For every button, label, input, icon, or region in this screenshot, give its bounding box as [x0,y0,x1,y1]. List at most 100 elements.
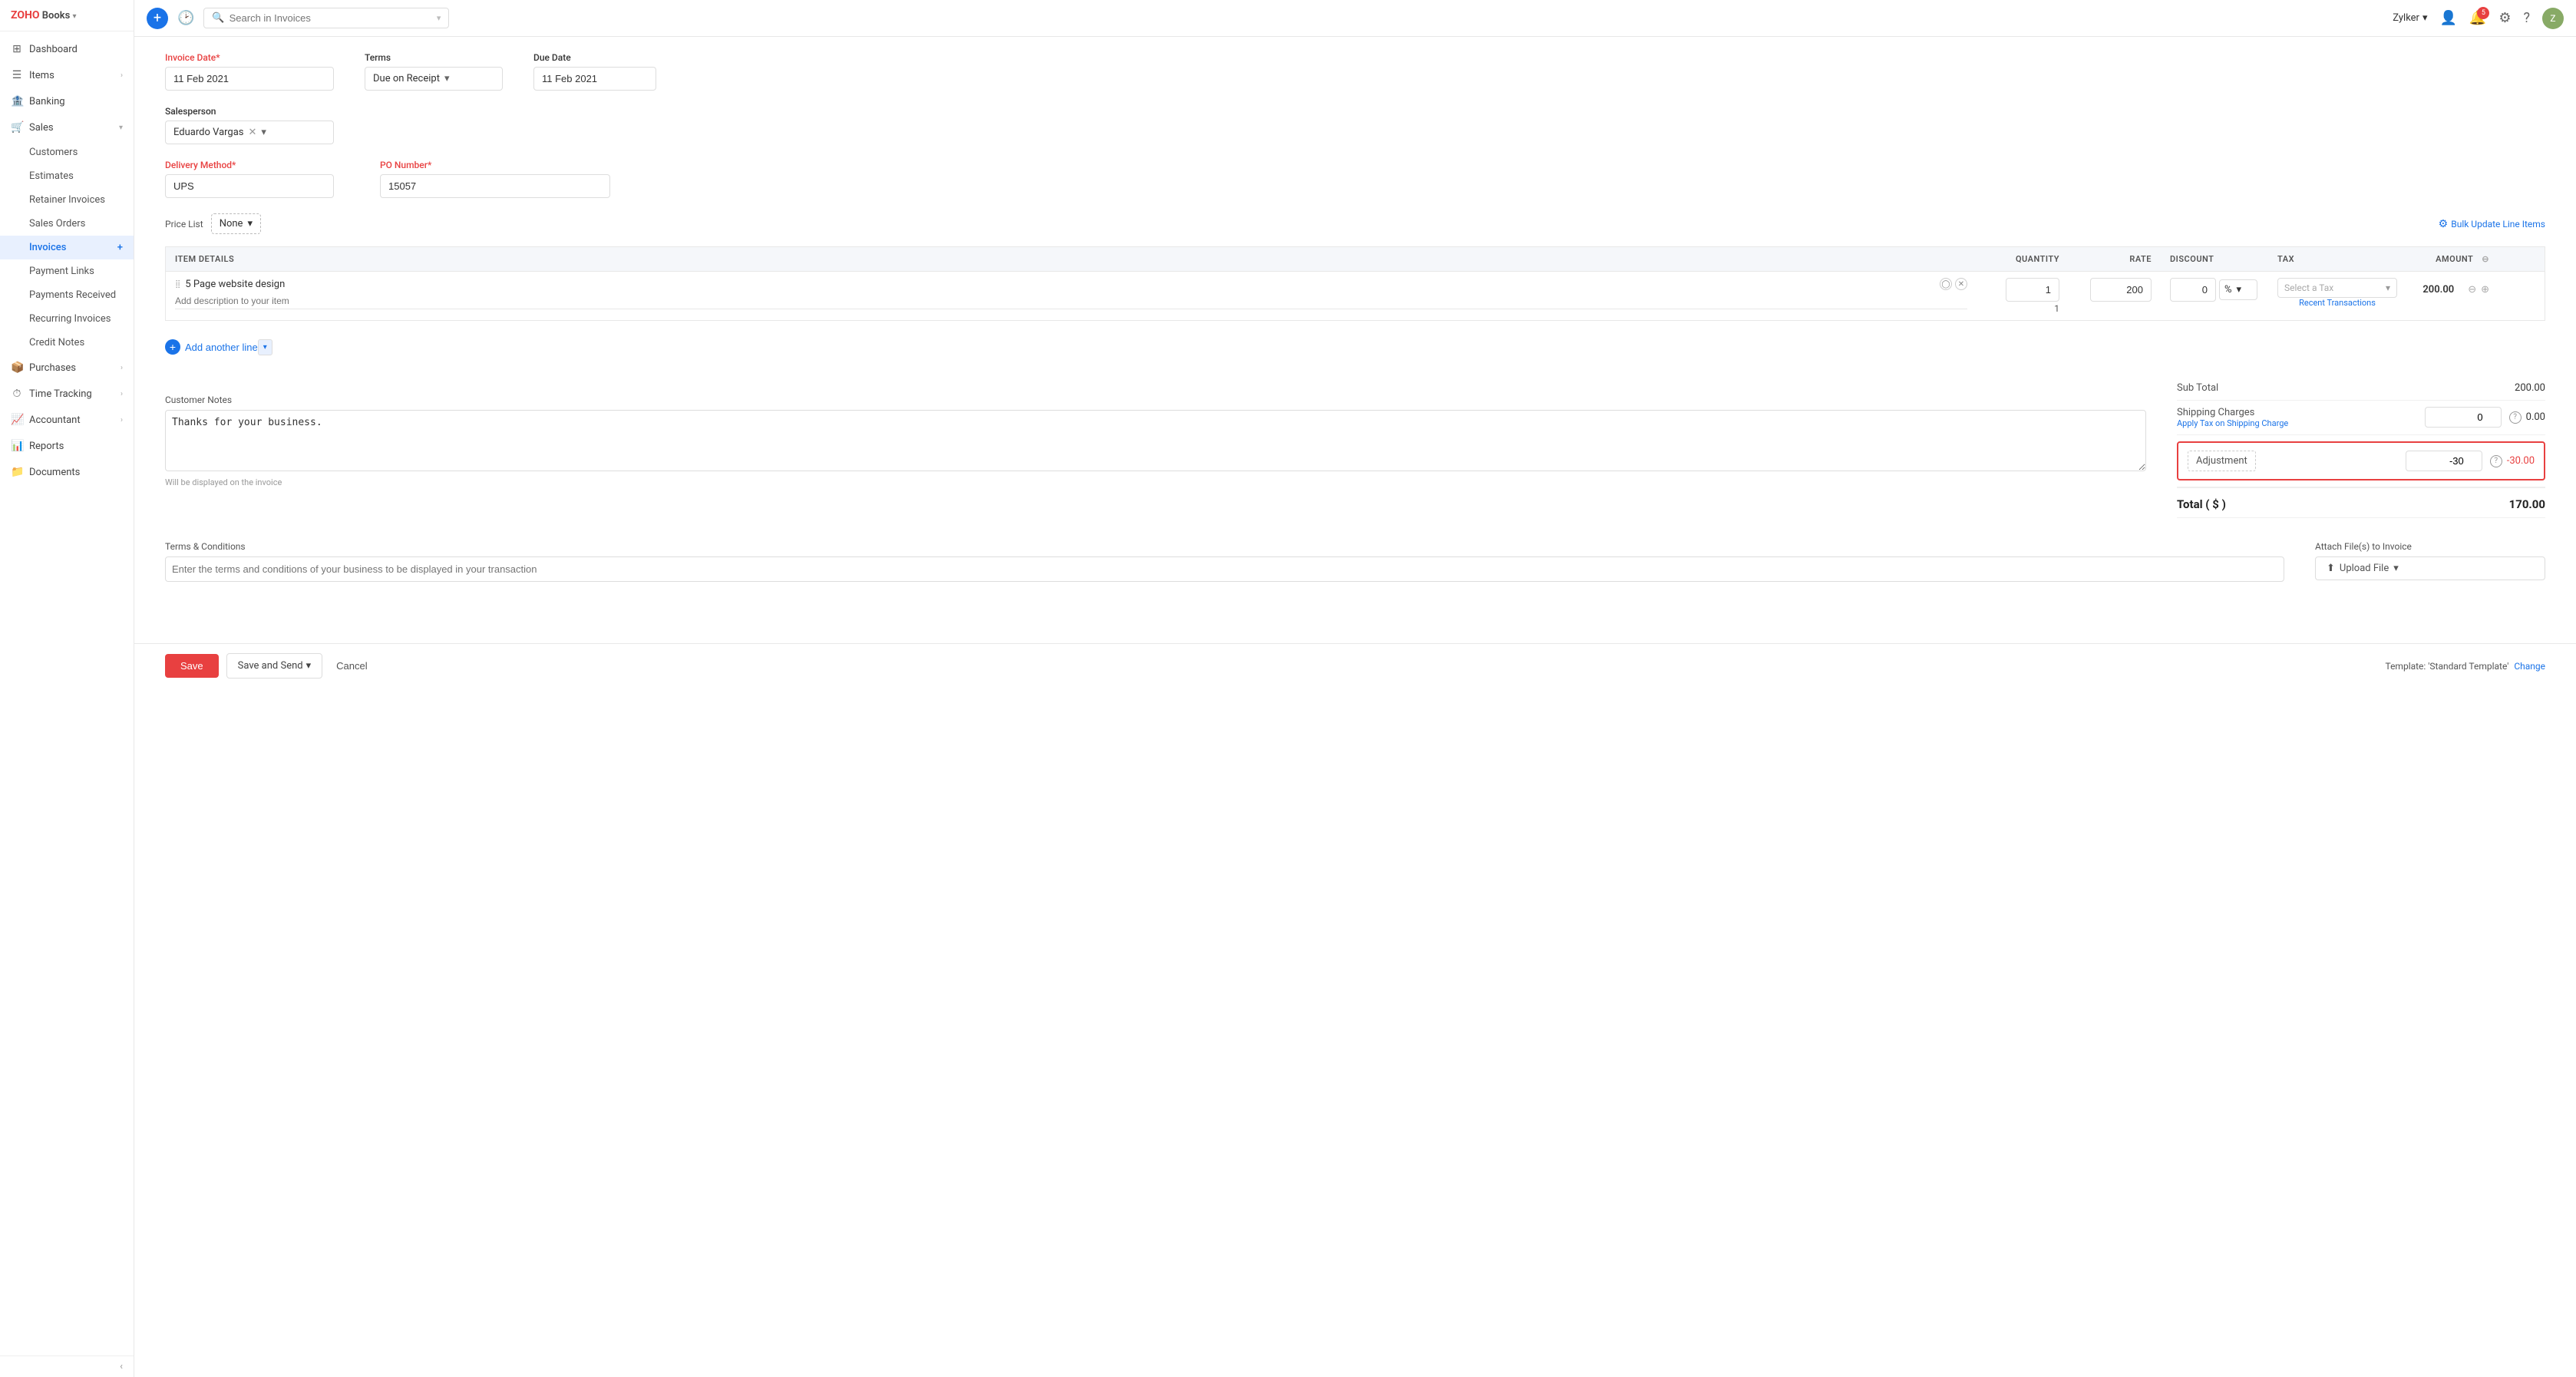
terms-conditions-input[interactable] [165,556,2284,582]
sidebar-item-sales[interactable]: 🛒 Sales ▾ [0,114,134,140]
sidebar-collapse-button[interactable]: ‹ [0,1356,134,1377]
adjustment-input[interactable] [2406,451,2482,471]
add-line-dropdown-icon[interactable]: ▾ [258,339,272,355]
sidebar-item-items[interactable]: ☰ Items › [0,62,134,88]
apply-tax-link[interactable]: Apply Tax on Shipping Charge [2177,418,2288,428]
sidebar-item-dashboard[interactable]: ⊞ Dashboard [0,36,134,62]
total-row: Total ( $ ) 170.00 [2177,487,2545,518]
chevron-right-icon: › [121,390,123,398]
customer-notes-input[interactable]: Thanks for your business. [165,410,2146,471]
customer-notes-section: Customer Notes Thanks for your business.… [165,376,2146,487]
sidebar-item-label: Reports [29,441,123,452]
invoice-date-input[interactable] [165,67,334,91]
sidebar-item-label: Banking [29,96,123,107]
th-amount: AMOUNT ⊖ [2406,247,2498,271]
sidebar-item-label: Accountant [29,414,114,426]
cancel-button[interactable]: Cancel [330,654,373,678]
drag-handle-icon[interactable]: ⣿ [175,280,180,289]
th-quantity: QUANTITY [1977,247,2069,271]
sidebar-item-reports[interactable]: 📊 Reports [0,433,134,459]
sidebar-item-time-tracking[interactable]: ⏱ Time Tracking › [0,381,134,407]
user-menu[interactable]: Zylker ▾ [2393,12,2427,24]
bottom-bar: Save Save and Send ▾ Cancel Template: 'S… [134,643,2576,688]
notifications-icon[interactable]: 🔔 5 [2469,10,2486,26]
settings-circle-icon: ⚙ [2439,218,2449,230]
sidebar-item-accountant[interactable]: 📈 Accountant › [0,407,134,433]
add-invoice-button[interactable]: + [117,242,123,253]
remove-line-icon[interactable]: ⊖ [2468,284,2476,296]
search-bar[interactable]: 🔍 ▾ [203,8,449,28]
sidebar-item-payments-received[interactable]: Payments Received [0,283,134,307]
chevron-down-icon: ▾ [2386,282,2390,293]
sidebar-item-sales-orders[interactable]: Sales Orders [0,212,134,236]
customer-notes-hint: Will be displayed on the invoice [165,477,2146,487]
add-button[interactable]: + [147,8,168,29]
change-template-link[interactable]: Change [2514,661,2545,672]
attach-label: Attach File(s) to Invoice [2315,541,2545,552]
terms-group: Terms Due on Receipt ▾ [365,52,503,91]
sidebar-item-customers[interactable]: Customers [0,140,134,164]
delivery-method-input[interactable] [165,174,334,198]
th-rate: RATE [2069,247,2161,271]
remove-row-icon[interactable]: ✕ [1955,278,1967,290]
due-date-input[interactable] [533,67,656,91]
sidebar-item-payment-links[interactable]: Payment Links [0,259,134,283]
adjustment-label: Adjustment [2196,455,2247,467]
reports-icon: 📊 [11,440,23,452]
sidebar-item-credit-notes[interactable]: Credit Notes [0,331,134,355]
sub-total-row: Sub Total 200.00 [2177,376,2545,401]
po-number-group: PO Number* [380,160,610,198]
discount-input[interactable] [2170,278,2216,302]
sidebar-item-banking[interactable]: 🏦 Banking [0,88,134,114]
price-list-select[interactable]: None ▾ [211,213,261,234]
amount-cell: 200.00 ⊖ ⊕ [2406,272,2498,308]
sidebar-item-invoices[interactable]: Invoices + [0,236,134,259]
shipping-input[interactable] [2425,407,2502,428]
recent-transactions-link[interactable]: Recent Transactions [2277,298,2397,308]
shipping-help-icon[interactable]: ? [2509,411,2522,424]
sidebar-item-estimates[interactable]: Estimates [0,164,134,188]
save-send-button[interactable]: Save and Send ▾ [226,653,323,679]
sidebar-item-label: Sales [29,122,113,134]
sidebar-item-label: Documents [29,467,123,478]
bulk-update-button[interactable]: ⚙ Bulk Update Line Items [2439,218,2545,230]
tax-select[interactable]: Select a Tax ▾ [2277,278,2397,298]
shipping-amount: 0.00 [2526,411,2545,423]
shipping-label: Shipping Charges [2177,407,2288,418]
add-line-button[interactable]: + Add another line [165,333,258,361]
terms-attach-section: Terms & Conditions Attach File(s) to Inv… [165,541,2545,582]
notification-badge: 5 [2477,7,2489,19]
clear-salesperson-icon[interactable]: ✕ [249,127,257,138]
quantity-input[interactable] [2006,278,2059,302]
sub-total-label: Sub Total [2177,382,2218,394]
salesperson-select[interactable]: Eduardo Vargas ✕ ▾ [165,121,334,144]
cart-icon: 🛒 [11,121,23,134]
th-item-details: ITEM DETAILS [166,247,1977,271]
help-icon[interactable]: ? [2523,10,2530,26]
save-button[interactable]: Save [165,654,219,678]
adjustment-help-icon[interactable]: ? [2490,455,2502,467]
sidebar-item-documents[interactable]: 📁 Documents [0,459,134,485]
sidebar-item-recurring-invoices[interactable]: Recurring Invoices [0,307,134,331]
sidebar-item-retainer-invoices[interactable]: Retainer Invoices [0,188,134,212]
po-number-input[interactable] [380,174,610,198]
add-line-icon[interactable]: ⊕ [2481,284,2489,296]
search-input[interactable] [230,12,432,24]
rate-cell [2069,272,2161,308]
user-avatar[interactable]: Z [2542,8,2564,29]
remove-column-icon[interactable]: ⊖ [2482,254,2489,264]
rate-input[interactable] [2090,278,2152,302]
search-icon: 🔍 [212,12,224,24]
contacts-icon[interactable]: 👤 [2440,10,2457,26]
zoho-logo: ZOHO Books ▾ [11,9,77,21]
history-icon[interactable]: 🕑 [177,10,194,26]
upload-file-button[interactable]: ⬆ Upload File ▾ [2315,556,2545,580]
banking-icon: 🏦 [11,95,23,107]
item-description-input[interactable] [175,293,1967,309]
discount-type-select[interactable]: % ▾ [2219,279,2257,300]
copy-row-icon[interactable]: ◯ [1940,278,1952,290]
search-filter-icon[interactable]: ▾ [437,13,441,23]
sidebar-item-purchases[interactable]: 📦 Purchases › [0,355,134,381]
terms-select[interactable]: Due on Receipt ▾ [365,67,503,91]
settings-icon[interactable]: ⚙ [2498,10,2511,26]
